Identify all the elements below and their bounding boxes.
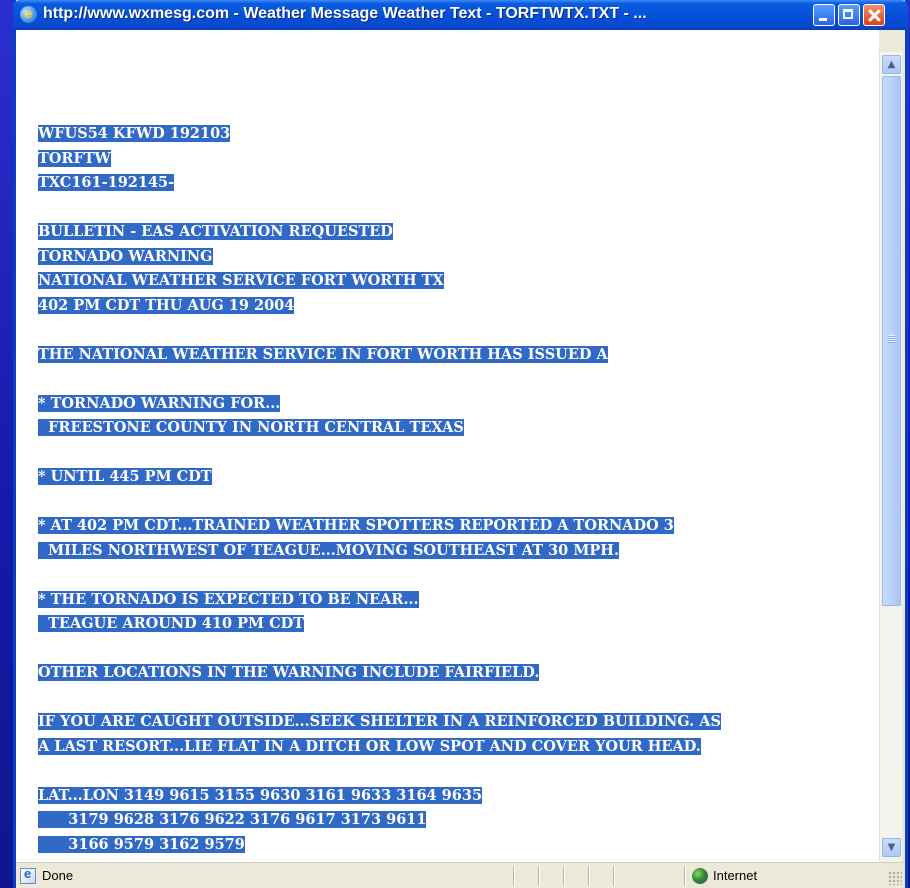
scroll-thumb[interactable] xyxy=(882,76,901,606)
status-divider xyxy=(588,866,590,886)
bulletin-line[interactable]: BULLETIN - EAS ACTIVATION REQUESTED xyxy=(38,223,393,240)
scroll-up-button[interactable]: ▲ xyxy=(882,55,901,74)
close-button[interactable] xyxy=(863,4,885,26)
bulletin-line[interactable]: TXC161-192145- xyxy=(38,174,175,191)
status-divider xyxy=(684,866,686,886)
bulletin-line[interactable]: 3166 9579 3162 9579 xyxy=(38,835,245,853)
title-bar[interactable]: e http://www.wxmesg.com - Weather Messag… xyxy=(13,0,908,30)
maximize-button[interactable] xyxy=(838,4,860,26)
bulletin-line[interactable]: WFUS54 KFWD 192103 xyxy=(38,125,231,142)
bulletin-line[interactable]: * THE TORNADO IS EXPECTED TO BE NEAR... xyxy=(38,590,419,608)
ie-page-icon: e xyxy=(20,6,37,23)
window-title: http://www.wxmesg.com - Weather Message … xyxy=(43,5,647,22)
status-bar: Done Internet xyxy=(16,862,905,888)
bulletin-line[interactable]: 402 PM CDT THU AUG 19 2004 xyxy=(38,296,295,314)
bulletin-line[interactable]: FREESTONE COUNTY IN NORTH CENTRAL TEXAS xyxy=(38,419,464,436)
bulletin-line[interactable]: TORNADO WARNING xyxy=(38,247,213,265)
browser-window: e http://www.wxmesg.com - Weather Messag… xyxy=(13,0,908,888)
bulletin-line[interactable]: A LAST RESORT...LIE FLAT IN A DITCH OR L… xyxy=(38,737,701,755)
bulletin-line[interactable]: LAT...LON 3149 9615 3155 9630 3161 9633 … xyxy=(38,786,483,804)
status-divider xyxy=(538,866,540,886)
page-done-icon xyxy=(20,866,36,884)
bulletin-line[interactable]: THE NATIONAL WEATHER SERVICE IN FORT WOR… xyxy=(38,345,608,363)
bulletin-line[interactable]: 3179 9628 3176 9622 3176 9617 3173 9611 xyxy=(38,811,427,828)
resize-grip-icon[interactable] xyxy=(888,871,902,885)
bulletin-line[interactable]: TORFTW xyxy=(38,149,111,167)
scroll-grip-icon xyxy=(888,335,895,343)
status-text: Done xyxy=(42,868,74,883)
status-divider xyxy=(563,866,565,886)
bulletin-line[interactable]: OTHER LOCATIONS IN THE WARNING INCLUDE F… xyxy=(38,664,540,681)
minimize-button[interactable] xyxy=(813,4,835,26)
scroll-down-button[interactable]: ▼ xyxy=(882,838,901,857)
weather-bulletin-text[interactable]: WFUS54 KFWD 192103 TORFTW TXC161-192145- BU… xyxy=(38,122,721,857)
bulletin-line[interactable]: * UNTIL 445 PM CDT xyxy=(38,468,212,485)
internet-globe-icon xyxy=(692,868,708,884)
content-top-margin xyxy=(16,30,879,52)
status-divider xyxy=(613,866,615,886)
bulletin-line[interactable]: TEAGUE AROUND 410 PM CDT xyxy=(38,615,304,632)
bulletin-line[interactable]: * TORNADO WARNING FOR... xyxy=(38,394,281,412)
bulletin-line[interactable]: MILES NORTHWEST OF TEAGUE...MOVING SOUTH… xyxy=(38,541,620,559)
bulletin-line[interactable]: NATIONAL WEATHER SERVICE FORT WORTH TX xyxy=(38,272,444,289)
vertical-scrollbar[interactable]: ▲ ▼ xyxy=(879,52,902,862)
status-divider xyxy=(513,866,515,886)
bulletin-line[interactable]: IF YOU ARE CAUGHT OUTSIDE...SEEK SHELTER… xyxy=(38,713,721,730)
security-zone-label: Internet xyxy=(713,868,758,883)
bulletin-line[interactable]: * AT 402 PM CDT...TRAINED WEATHER SPOTTE… xyxy=(38,517,674,534)
page-content[interactable]: WFUS54 KFWD 192103 TORFTW TXC161-192145- BU… xyxy=(16,52,879,862)
